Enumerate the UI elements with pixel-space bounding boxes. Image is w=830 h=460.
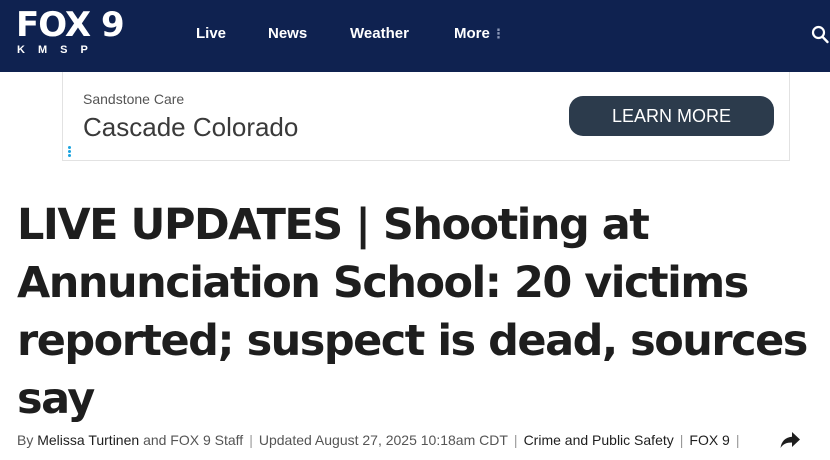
- byline-separator: |: [249, 432, 253, 448]
- byline-separator: |: [513, 432, 518, 448]
- ad-options-icon[interactable]: [68, 146, 72, 160]
- byline-staff: and FOX 9 Staff: [143, 432, 244, 448]
- search-button[interactable]: [811, 25, 830, 45]
- ad-headline[interactable]: Cascade Colorado: [83, 111, 298, 143]
- ad-sponsor: Sandstone Care: [83, 91, 185, 107]
- updated-label: Updated: [258, 432, 312, 448]
- share-icon: [780, 432, 800, 448]
- nav-item-news[interactable]: News: [268, 24, 307, 44]
- more-dots-icon: ⋮: [491, 26, 505, 41]
- byline-by: By: [17, 432, 34, 448]
- nav-item-more-label: More: [454, 25, 490, 42]
- logo-sub-text: KMSP: [17, 44, 101, 56]
- advertisement-banner[interactable]: Sandstone Care Cascade Colorado LEARN MO…: [62, 72, 790, 161]
- category-link[interactable]: Crime and Public Safety: [524, 432, 674, 448]
- source-link[interactable]: FOX 9: [689, 432, 729, 448]
- fox9-logo[interactable]: FOX 9 KMSP: [16, 6, 128, 62]
- article-headline: LIVE UPDATES | Shooting at Annunciation …: [17, 200, 808, 424]
- byline-separator: |: [735, 432, 740, 448]
- updated-timestamp: August 27, 2025 10:18am CDT: [314, 432, 508, 448]
- nav-item-more[interactable]: More ⋮: [454, 24, 505, 44]
- share-button[interactable]: [779, 430, 801, 450]
- byline-separator: |: [679, 432, 684, 448]
- author-link[interactable]: Melissa Turtinen: [37, 432, 139, 448]
- search-icon: [811, 25, 829, 44]
- top-navigation-bar: FOX 9 KMSP Live News Weather More ⋮: [0, 0, 830, 72]
- logo-main-text: FOX 9: [16, 5, 125, 45]
- ad-learn-more-button[interactable]: LEARN MORE: [569, 96, 774, 136]
- nav-item-live[interactable]: Live: [196, 24, 226, 44]
- article-byline: By Melissa Turtinen and FOX 9 Staff | Upda…: [17, 430, 746, 450]
- nav-item-weather[interactable]: Weather: [350, 24, 409, 44]
